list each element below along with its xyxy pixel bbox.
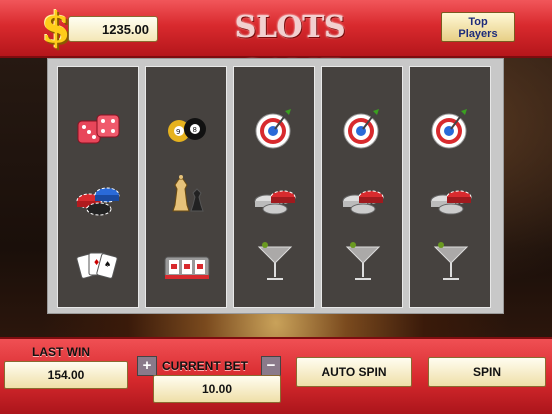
slots-game-screen: $ 1235.00 SLOTS GAME Top Players	[0, 0, 552, 414]
balance-display: 1235.00	[68, 16, 158, 42]
svg-text:8: 8	[193, 126, 197, 134]
svg-text:♦: ♦	[93, 258, 100, 267]
top-players-label-line2: Players	[458, 28, 498, 40]
chip-stack-icon	[342, 190, 384, 215]
game-title: SLOTS GAME	[234, 10, 346, 89]
last-win-display: 154.00	[4, 361, 128, 389]
current-bet-display: 10.00	[153, 375, 281, 403]
reel-5	[409, 66, 491, 308]
bet-decrease-button[interactable]: −	[261, 356, 281, 376]
top-players-button[interactable]: Top Players	[441, 12, 515, 42]
reels-panel: ♦ ♠ 9 8	[47, 58, 504, 314]
reel-3	[233, 66, 315, 308]
reel-2: 9 8	[145, 66, 227, 308]
top-bar: $ 1235.00 SLOTS GAME Top Players	[0, 0, 552, 89]
dart-target-icon	[431, 109, 467, 149]
martini-glass-icon	[433, 242, 469, 280]
svg-text:♠: ♠	[104, 260, 111, 269]
auto-spin-button[interactable]: AUTO SPIN	[296, 357, 412, 387]
current-bet-label: CURRENT BET	[162, 359, 248, 373]
bottom-bar: LAST WIN 154.00 + CURRENT BET − 10.00 AU…	[0, 337, 552, 414]
svg-text:9: 9	[176, 128, 180, 136]
bet-increase-button[interactable]: +	[137, 356, 157, 376]
dice-icon	[77, 114, 120, 144]
chip-stack-icon	[254, 190, 296, 215]
martini-glass-icon	[345, 242, 381, 280]
dart-target-icon	[255, 109, 291, 149]
playing-cards-icon: ♦ ♠	[76, 252, 118, 279]
slot-machine-icon	[164, 256, 210, 279]
reel-4	[321, 66, 403, 308]
martini-glass-icon	[257, 242, 293, 280]
reel-1: ♦ ♠	[57, 66, 139, 308]
last-win-label: LAST WIN	[32, 345, 90, 359]
spin-button[interactable]: SPIN	[428, 357, 546, 387]
top-players-label-line1: Top	[468, 16, 488, 28]
billiard-balls-icon: 9 8	[168, 118, 206, 142]
chess-pieces-icon	[172, 175, 204, 212]
chip-stack-icon	[430, 190, 472, 215]
dart-target-icon	[343, 109, 379, 149]
casino-chips-icon	[76, 187, 120, 216]
